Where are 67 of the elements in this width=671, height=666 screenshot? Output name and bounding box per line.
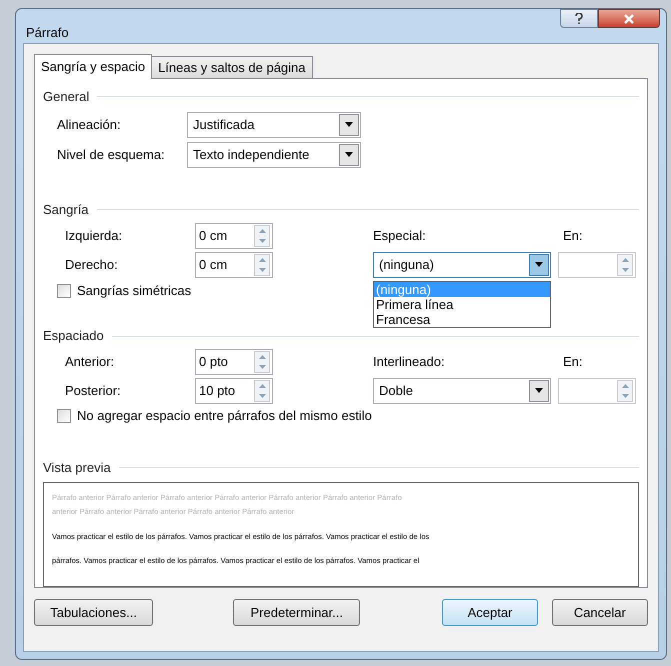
field-label: Posterior: (65, 382, 122, 400)
dropdown-arrow-button[interactable] (339, 144, 359, 166)
dropdown-option[interactable]: Primera línea (374, 296, 550, 312)
checkbox[interactable] (57, 408, 71, 423)
caret-down-icon (258, 364, 266, 369)
spin-buttons[interactable] (254, 224, 270, 246)
field-label: Anterior: (65, 353, 116, 372)
field-label: Interlineado: (373, 353, 446, 372)
spin-buttons[interactable] (617, 380, 633, 402)
caret-down-icon (258, 268, 266, 272)
dropdown-arrow-button[interactable] (529, 254, 549, 276)
spin-buttons[interactable] (617, 254, 633, 276)
field-label: En: (563, 226, 583, 245)
checkbox-label: Sangrías simétricas (77, 282, 192, 300)
caret-up-icon (622, 258, 628, 262)
dropdown-arrow-button[interactable] (529, 380, 549, 402)
tab[interactable]: Sangría y espacio (34, 54, 152, 79)
close-button[interactable] (598, 9, 660, 28)
dialog-button[interactable]: Predeterminar... (233, 599, 360, 626)
spin-field[interactable]: 0 cm (195, 252, 273, 278)
field-label: Derecho: (65, 256, 119, 274)
caret-down-icon (258, 394, 266, 398)
caret-down-icon (345, 122, 353, 127)
spin-field[interactable]: 10 pto (195, 378, 273, 404)
field-label: Nivel de esquema: (57, 146, 166, 164)
checkbox-label: No agregar espacio entre párrafos del mismo estilo (77, 407, 372, 426)
caret-up-icon (258, 228, 266, 232)
dropdown-option[interactable]: Francesa (374, 312, 550, 326)
field-label: Especial: (373, 226, 427, 245)
caret-down-icon (622, 268, 628, 272)
caret-down-icon (622, 394, 628, 398)
dropdown[interactable]: Texto independiente (187, 142, 361, 168)
caret-down-icon (535, 388, 543, 394)
caret-up-icon (622, 384, 628, 388)
caret-down-icon (258, 238, 266, 242)
section-heading: General (43, 88, 90, 106)
caret-up-icon (258, 258, 266, 262)
field-label: Izquierda: (65, 226, 124, 245)
spin-buttons[interactable] (254, 380, 270, 402)
dialog-button[interactable]: Cancelar (552, 599, 648, 626)
window-title: Párrafo (26, 24, 69, 42)
spin-field[interactable] (558, 252, 636, 278)
section-heading: Sangría (43, 201, 89, 219)
spin-field[interactable] (558, 378, 636, 404)
caret-up-icon (258, 384, 266, 388)
close-icon (623, 14, 635, 24)
spin-field[interactable]: 0 pto (195, 348, 273, 375)
section-heading: Vista previa (43, 458, 111, 477)
caret-down-icon (345, 152, 353, 157)
help-icon (575, 13, 583, 24)
help-button[interactable] (560, 9, 598, 28)
spin-buttons[interactable] (254, 254, 270, 276)
spin-field[interactable]: 0 cm (195, 222, 273, 248)
dialog-button[interactable]: Tabulaciones... (34, 599, 154, 626)
caret-down-icon (535, 262, 543, 267)
tab[interactable]: Líneas y saltos de página (151, 56, 313, 78)
spin-buttons[interactable] (254, 350, 270, 373)
section-heading: Espaciado (43, 327, 104, 346)
dialog-button[interactable]: Aceptar (442, 599, 538, 626)
dropdown-arrow-button[interactable] (339, 114, 359, 136)
dropdown[interactable]: Justificada (187, 112, 361, 138)
field-label: En: (563, 353, 583, 372)
caret-up-icon (258, 354, 266, 359)
dropdown[interactable]: (ninguna) (373, 252, 551, 278)
checkbox[interactable] (57, 284, 71, 298)
dropdown[interactable]: Doble (373, 378, 551, 404)
field-label: Alineación: (57, 116, 122, 134)
